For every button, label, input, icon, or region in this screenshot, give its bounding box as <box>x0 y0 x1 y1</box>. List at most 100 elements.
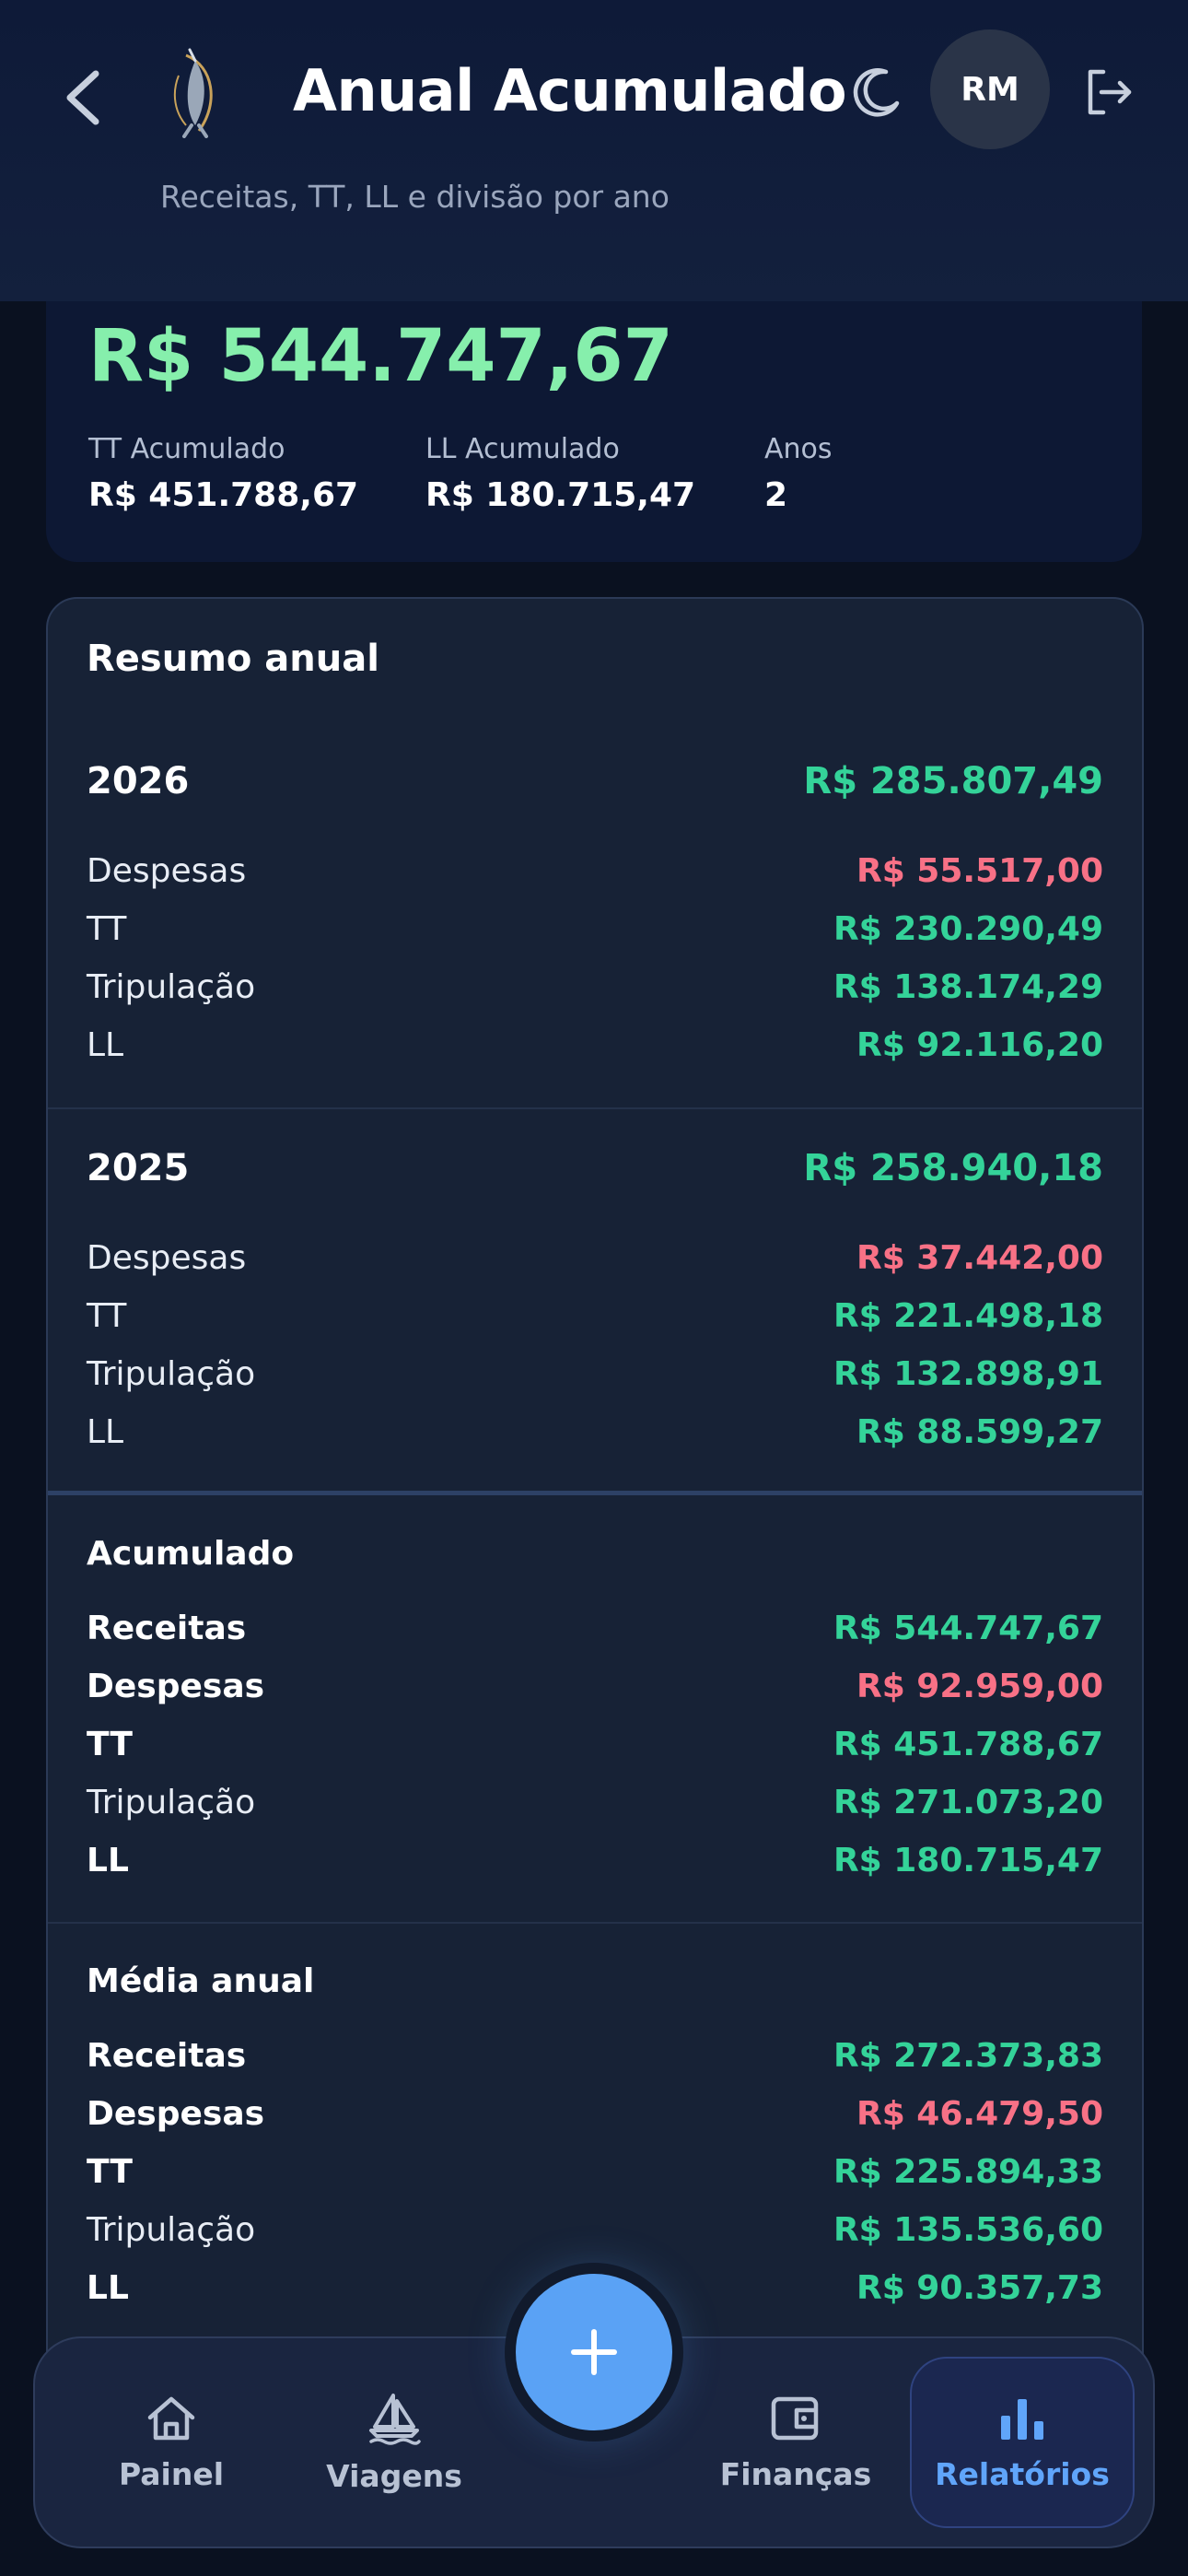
row-label: Despesas <box>87 1238 247 1277</box>
stat-label: Anos <box>764 433 833 465</box>
row-value: R$ 88.599,27 <box>856 1412 1103 1451</box>
sailboat-icon <box>369 2393 421 2445</box>
row-label: LL <box>87 1841 129 1879</box>
row-value: R$ 92.959,00 <box>856 1667 1103 1705</box>
row-label: LL <box>87 1412 124 1451</box>
nav-label: Viagens <box>326 2457 462 2494</box>
row-value: R$ 221.498,18 <box>833 1296 1103 1335</box>
wallet-icon <box>771 2396 819 2440</box>
bar-chart-icon <box>1001 2398 1043 2440</box>
row-label: Tripulação <box>87 1354 256 1393</box>
stat-value: 2 <box>764 476 788 514</box>
divider <box>48 1107 1142 1109</box>
row-tt: TT R$ 221.498,18 <box>87 1293 1103 1339</box>
row-label: TT <box>87 2152 133 2191</box>
stat-label: TT Acumulado <box>88 433 285 465</box>
marlin-logo <box>158 48 236 138</box>
stat-label: LL Acumulado <box>425 433 620 465</box>
back-button[interactable] <box>55 61 111 135</box>
annual-summary-card: Resumo anual 2026 R$ 285.807,49 Despesas… <box>46 597 1144 2440</box>
app-header: Anual Acumulado Receitas, TT, LL e divis… <box>0 0 1188 301</box>
row-value: R$ 180.715,47 <box>833 1841 1103 1879</box>
row-tt: TT R$ 230.290,49 <box>87 906 1103 952</box>
row-value: R$ 135.536,60 <box>833 2210 1103 2249</box>
row-tt: TT R$ 225.894,33 <box>87 2149 1103 2195</box>
stat-years: Anos 2 <box>764 433 833 514</box>
stat-value: R$ 180.715,47 <box>425 476 696 514</box>
year-header: 2025 R$ 258.940,18 <box>87 1142 1103 1194</box>
row-label: Despesas <box>87 851 247 890</box>
nav-label: Relatórios <box>935 2455 1110 2492</box>
section-divider <box>48 1491 1142 1495</box>
stat-ll-accumulated: LL Acumulado R$ 180.715,47 <box>425 433 695 514</box>
row-label: Despesas <box>87 2094 265 2133</box>
row-value: R$ 138.174,29 <box>833 967 1103 1006</box>
row-value: R$ 451.788,67 <box>833 1725 1103 1763</box>
row-label: Receitas <box>87 2036 247 2075</box>
divider <box>48 1922 1142 1924</box>
row-value: R$ 37.442,00 <box>856 1238 1103 1277</box>
row-expenses: Despesas R$ 37.442,00 <box>87 1235 1103 1281</box>
add-button[interactable] <box>516 2274 672 2430</box>
row-ll: LL R$ 88.599,27 <box>87 1409 1103 1455</box>
row-value: R$ 271.073,20 <box>833 1783 1103 1821</box>
page-title: Anual Acumulado <box>293 57 847 124</box>
row-label: Tripulação <box>87 2210 256 2249</box>
row-value: R$ 46.479,50 <box>856 2094 1103 2133</box>
stat-value: R$ 451.788,67 <box>88 476 359 514</box>
year-label: 2026 <box>87 760 190 802</box>
row-ll: LL R$ 92.116,20 <box>87 1022 1103 1068</box>
row-label: Tripulação <box>87 1783 256 1821</box>
row-value: R$ 225.894,33 <box>833 2152 1103 2191</box>
nav-item-viagens[interactable]: Viagens <box>293 2357 495 2528</box>
row-label: TT <box>87 1725 133 1763</box>
card-title: Resumo anual <box>87 638 379 680</box>
year-header: 2026 R$ 285.807,49 <box>87 755 1103 807</box>
row-value: R$ 92.116,20 <box>856 1025 1103 1064</box>
row-label: TT <box>87 1296 127 1335</box>
year-total: R$ 258.940,18 <box>803 1147 1103 1189</box>
row-label: TT <box>87 909 127 948</box>
row-label: Receitas <box>87 1609 247 1647</box>
row-tt: TT R$ 451.788,67 <box>87 1721 1103 1767</box>
nav-item-financas[interactable]: Finanças <box>694 2357 897 2528</box>
logout-button[interactable] <box>1072 55 1146 129</box>
row-label: Tripulação <box>87 967 256 1006</box>
row-revenue: Receitas R$ 272.373,83 <box>87 2032 1103 2078</box>
total-revenue: R$ 544.747,67 <box>88 315 673 398</box>
row-value: R$ 132.898,91 <box>833 1354 1103 1393</box>
row-value: R$ 55.517,00 <box>856 851 1103 890</box>
plus-icon <box>571 2329 617 2375</box>
moon-icon <box>853 68 900 117</box>
logout-icon <box>1088 69 1132 115</box>
row-expenses: Despesas R$ 55.517,00 <box>87 848 1103 894</box>
row-label: Despesas <box>87 1667 265 1705</box>
row-value: R$ 544.747,67 <box>833 1609 1103 1647</box>
nav-label: Finanças <box>719 2455 872 2492</box>
chevron-left-icon <box>66 70 99 125</box>
row-expenses: Despesas R$ 92.959,00 <box>87 1663 1103 1709</box>
row-crew: Tripulação R$ 138.174,29 <box>87 964 1103 1010</box>
stat-tt-accumulated: TT Acumulado R$ 451.788,67 <box>88 433 358 514</box>
theme-toggle-button[interactable] <box>840 55 914 129</box>
row-expenses: Despesas R$ 46.479,50 <box>87 2090 1103 2137</box>
row-value: R$ 90.357,73 <box>856 2268 1103 2307</box>
page-subtitle: Receitas, TT, LL e divisão por ano <box>160 179 670 215</box>
row-label: LL <box>87 1025 124 1064</box>
row-revenue: Receitas R$ 544.747,67 <box>87 1605 1103 1651</box>
nav-item-relatorios[interactable]: Relatórios <box>910 2357 1135 2528</box>
row-label: LL <box>87 2268 129 2307</box>
row-crew: Tripulação R$ 271.073,20 <box>87 1779 1103 1825</box>
accumulated-title: Acumulado <box>87 1535 295 1573</box>
row-value: R$ 230.290,49 <box>833 909 1103 948</box>
row-crew: Tripulação R$ 132.898,91 <box>87 1351 1103 1397</box>
average-title: Média anual <box>87 1962 315 2000</box>
year-total: R$ 285.807,49 <box>803 760 1103 802</box>
user-avatar[interactable]: RM <box>930 29 1050 149</box>
row-ll: LL R$ 180.715,47 <box>87 1837 1103 1883</box>
home-icon <box>147 2396 195 2440</box>
summary-card: R$ 544.747,67 TT Acumulado R$ 451.788,67… <box>46 267 1142 562</box>
row-crew: Tripulação R$ 135.536,60 <box>87 2207 1103 2253</box>
row-value: R$ 272.373,83 <box>833 2036 1103 2075</box>
nav-item-painel[interactable]: Painel <box>70 2357 273 2528</box>
